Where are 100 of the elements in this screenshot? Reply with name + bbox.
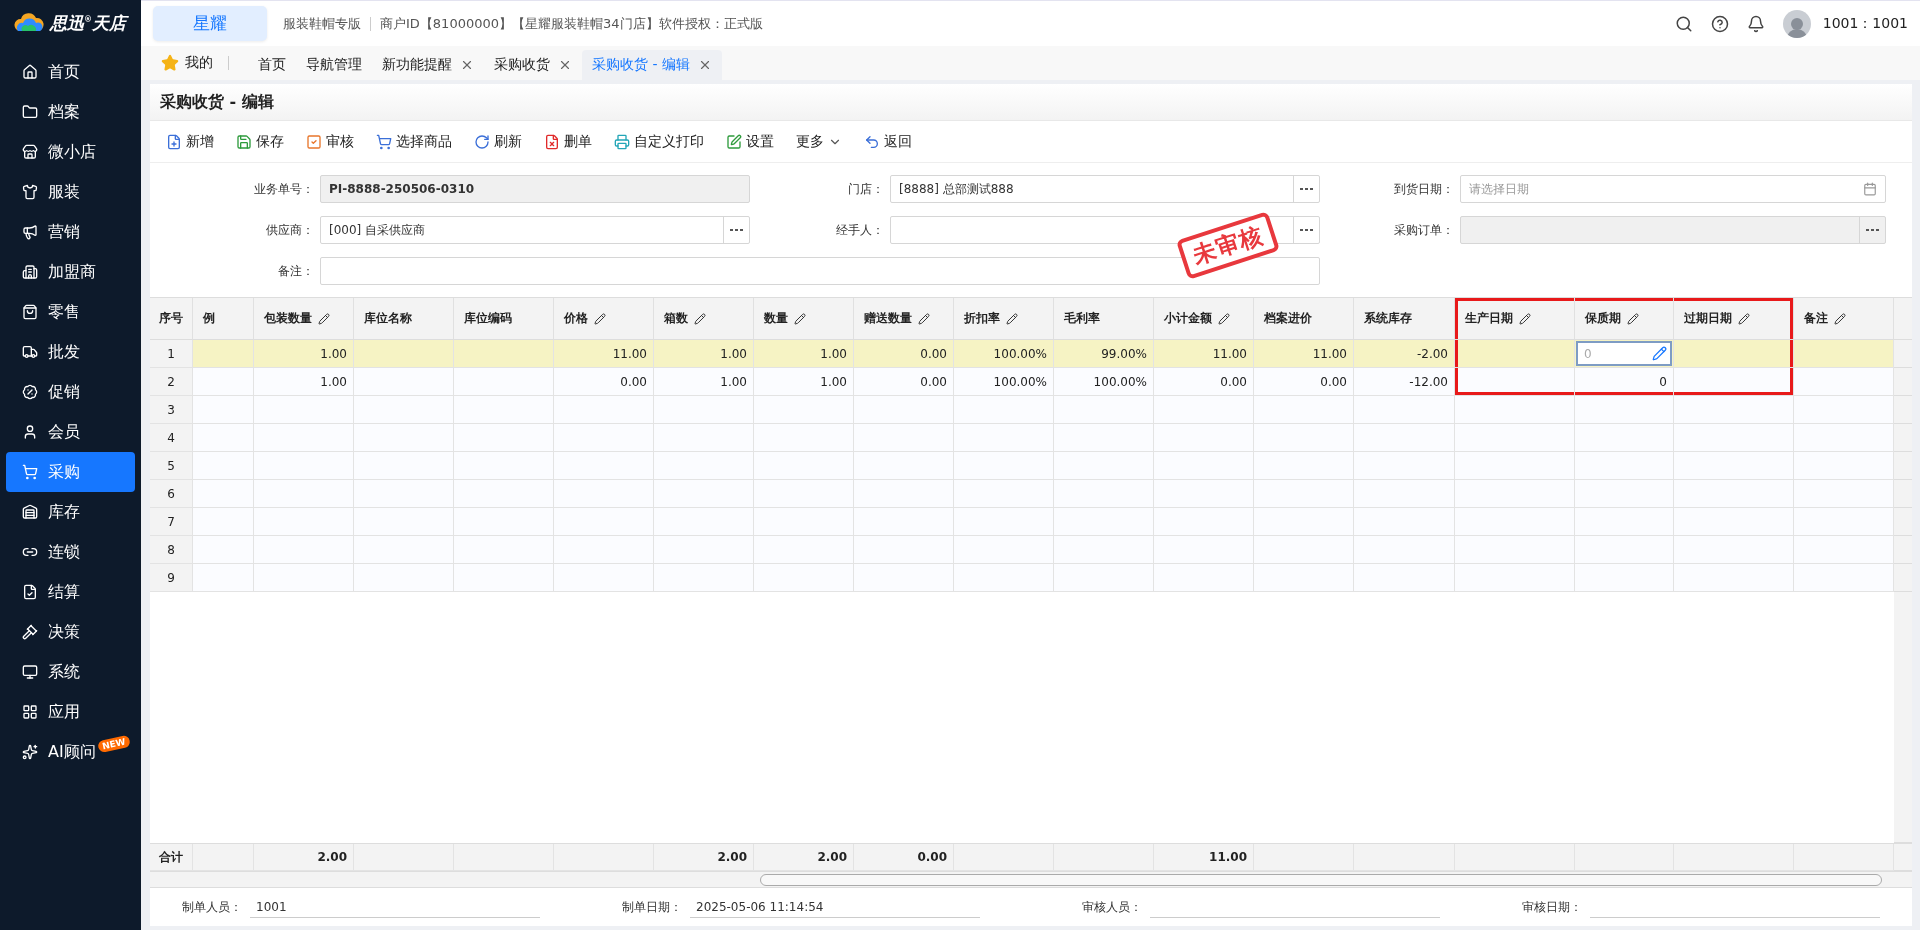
toolbar-button[interactable]: 返回: [864, 130, 912, 153]
sidebar-item[interactable]: 加盟商: [6, 252, 135, 292]
sidebar-item[interactable]: AI顾问 NEW: [6, 732, 135, 772]
sidebar-item[interactable]: 促销: [6, 372, 135, 412]
home-icon: [22, 64, 38, 80]
table-cell: -12.00: [1354, 368, 1455, 396]
toolbar-button[interactable]: 审核: [306, 130, 354, 153]
column-header: 毛利率: [1054, 298, 1154, 340]
shirt-icon: [22, 184, 38, 200]
cart-icon: [22, 464, 38, 480]
toolbar-button[interactable]: 自定义打印: [614, 130, 704, 153]
sidebar-item[interactable]: 应用: [6, 692, 135, 732]
bell-icon[interactable]: [1746, 14, 1765, 33]
pencil-icon[interactable]: [694, 312, 706, 325]
footer-label: 审核人员：: [1081, 898, 1143, 916]
table-cell: 100.00%: [954, 340, 1054, 368]
input-field[interactable]: [8888] 总部测试888: [890, 175, 1320, 203]
brand-button[interactable]: 星耀: [153, 6, 267, 41]
column-header: 数量: [754, 298, 854, 340]
input-field[interactable]: [000] 自采供应商: [320, 216, 750, 244]
toolbar-button[interactable]: 刷新: [474, 130, 522, 153]
table-cell: 1.00: [654, 368, 754, 396]
column-header: 生产日期: [1455, 298, 1575, 340]
field-value: PI-8888-250506-0310: [329, 182, 476, 196]
sidebar-item[interactable]: 档案: [6, 92, 135, 132]
sidebar-item[interactable]: 连锁: [6, 532, 135, 572]
toolbar-button[interactable]: 删单: [544, 130, 592, 153]
column-header: 过期日期: [1674, 298, 1794, 340]
building-icon: [22, 264, 38, 280]
printer-icon: [614, 133, 630, 150]
tab[interactable]: 新功能提醒: [372, 50, 484, 80]
file-plus-icon: [166, 133, 182, 150]
row-number: 2: [150, 368, 193, 396]
pencil-icon[interactable]: [1006, 312, 1018, 325]
tab[interactable]: 采购收货 - 编辑: [582, 50, 722, 80]
total-cell: 2.00: [754, 844, 854, 871]
table-cell: -2.00: [1354, 340, 1455, 368]
help-icon[interactable]: [1710, 14, 1729, 33]
new-badge: NEW: [97, 734, 131, 754]
row-number: 4: [150, 424, 193, 452]
footer-label: 审核日期：: [1521, 898, 1583, 916]
table-cell: 100.00%: [1054, 368, 1154, 396]
percent-badge-icon: [22, 384, 38, 400]
table-cell: 1.00: [754, 368, 854, 396]
merchant-info: 商户ID【81000000】【星耀服装鞋帽34门店】软件授权：正式版: [380, 14, 763, 33]
sidebar-item[interactable]: 服装: [6, 172, 135, 212]
sidebar-item[interactable]: 结算: [6, 572, 135, 612]
close-icon[interactable]: [460, 58, 474, 72]
pencil-icon[interactable]: [918, 312, 930, 325]
pencil-icon[interactable]: [1627, 312, 1639, 325]
search-icon[interactable]: [1674, 14, 1693, 33]
pencil-icon[interactable]: [594, 312, 606, 325]
horizontal-scrollbar[interactable]: [760, 874, 1882, 886]
sidebar-item[interactable]: 系统: [6, 652, 135, 692]
pencil-icon[interactable]: [1519, 312, 1531, 325]
total-cell: 11.00: [1154, 844, 1254, 871]
tab[interactable]: 采购收货: [484, 50, 582, 80]
toolbar-button[interactable]: 选择商品: [376, 130, 452, 153]
pencil-icon[interactable]: [1738, 312, 1750, 325]
favorites-link[interactable]: 我的: [185, 54, 213, 72]
pencil-icon[interactable]: [794, 312, 806, 325]
monitor-icon: [22, 664, 38, 680]
calendar-icon[interactable]: [1863, 182, 1877, 196]
column-header: 折扣率: [954, 298, 1054, 340]
toolbar-button[interactable]: 更多: [796, 130, 842, 153]
total-cell: 0.00: [854, 844, 954, 871]
toolbar-button[interactable]: 设置: [726, 130, 774, 153]
column-header: 例: [193, 298, 254, 340]
sidebar-item[interactable]: 零售: [6, 292, 135, 332]
total-cell: 2.00: [254, 844, 354, 871]
tab[interactable]: 首页: [248, 50, 296, 80]
sidebar-item[interactable]: 库存: [6, 492, 135, 532]
sidebar-item[interactable]: 首页: [6, 52, 135, 92]
sidebar-item[interactable]: 微小店: [6, 132, 135, 172]
folder-icon: [22, 104, 38, 120]
avatar[interactable]: [1782, 9, 1811, 38]
sidebar-item[interactable]: 决策: [6, 612, 135, 652]
sidebar-item[interactable]: 批发: [6, 332, 135, 372]
star-icon[interactable]: [161, 54, 179, 72]
undo-arrow-icon: [864, 133, 880, 150]
user-name[interactable]: 1001：1001: [1822, 14, 1908, 33]
sidebar-item[interactable]: 营销: [6, 212, 135, 252]
field-label: 到货日期：: [1393, 180, 1455, 198]
toolbar-button[interactable]: 新增: [166, 130, 214, 153]
edition-text: 服装鞋帽专版: [283, 14, 361, 33]
field-label: 经手人：: [835, 221, 885, 239]
pencil-icon[interactable]: [1834, 312, 1846, 325]
close-icon[interactable]: [558, 58, 572, 72]
toolbar-button[interactable]: 保存: [236, 130, 284, 153]
pencil-icon[interactable]: [318, 312, 330, 325]
field-placeholder: 请选择日期: [1469, 180, 1530, 198]
table-cell: 1.00: [254, 340, 354, 368]
sidebar-item[interactable]: 采购: [6, 452, 135, 492]
tab[interactable]: 导航管理: [296, 50, 372, 80]
column-header: 包装数量: [254, 298, 354, 340]
store-icon: [22, 144, 38, 160]
sidebar-item[interactable]: 会员: [6, 412, 135, 452]
truck-icon: [22, 344, 38, 360]
pencil-icon[interactable]: [1218, 312, 1230, 325]
refresh-icon: [474, 133, 490, 150]
